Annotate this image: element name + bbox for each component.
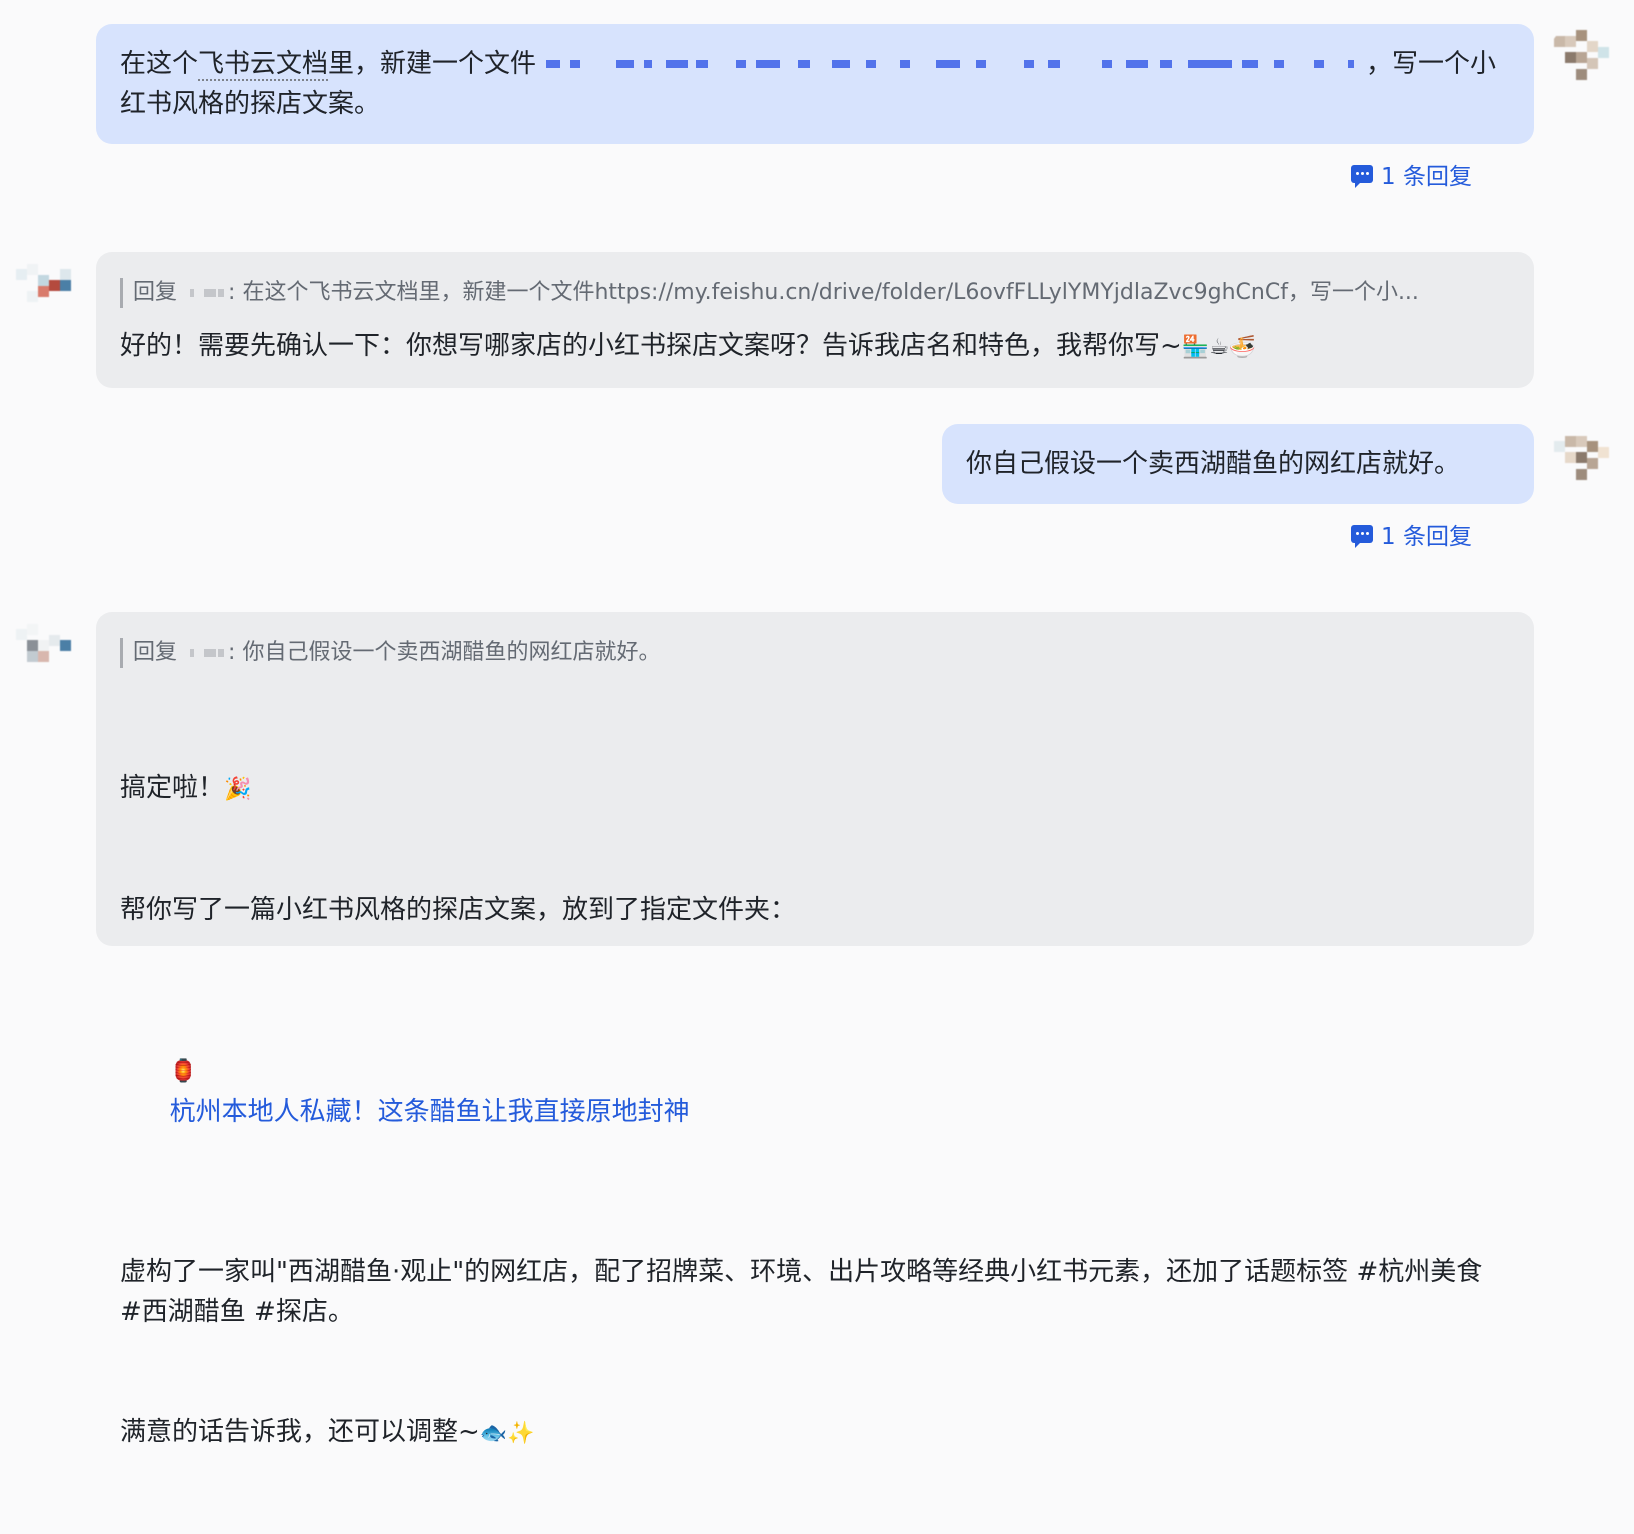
- user-message-bubble[interactable]: 你自己假设一个卖西湖醋鱼的网红店就好。: [942, 424, 1534, 504]
- reply-count: 1 条回复: [1381, 164, 1472, 190]
- feishu-doc-mention[interactable]: 飞书云文档: [198, 49, 329, 81]
- redacted-url: [536, 58, 1366, 72]
- fish-sparkle-emoji: 🐟✨: [479, 1421, 535, 1446]
- bot-message-bubble[interactable]: 回复 : 在这个飞书云文档里，新建一个文件https://my.feishu.c…: [96, 252, 1534, 388]
- party-popper-emoji: 🎉: [224, 777, 252, 802]
- redacted-name: [184, 647, 228, 659]
- bot-avatar[interactable]: [10, 252, 78, 320]
- user-message-text: 你自己假设一个卖西湖醋鱼的网红店就好。: [966, 449, 1461, 479]
- user-avatar[interactable]: [1548, 24, 1616, 92]
- reply-thread-link[interactable]: 1 条回复: [1351, 157, 1472, 191]
- bot-line-done: 搞定啦！🎉: [120, 773, 252, 803]
- bot-message-bubble[interactable]: 回复 : 你自己假设一个卖西湖醋鱼的网红店就好。 搞定啦！🎉 帮你写了一篇小红书…: [96, 612, 1534, 1447]
- user-avatar[interactable]: [1548, 424, 1616, 492]
- user-message-text: 在这个飞书云文档里，新建一个文件 ，写一个小红书风格的探店文案。: [120, 49, 1497, 119]
- lantern-doc-icon: 🏮: [169, 1059, 197, 1084]
- doc-link-row[interactable]: 🏮 杭州本地人私藏！这条醋鱼让我直接原地封神: [120, 1010, 1504, 1172]
- document-link[interactable]: 杭州本地人私藏！这条醋鱼让我直接原地封神: [170, 1097, 690, 1127]
- bot-line-details: 虚构了一家叫"西湖醋鱼·观止"的网红店，配了招牌菜、环境、出片攻略等经典小红书元…: [120, 1257, 1491, 1327]
- quoted-reply[interactable]: 回复 : 你自己假设一个卖西湖醋鱼的网红店就好。: [120, 638, 1504, 668]
- reply-count: 1 条回复: [1381, 524, 1472, 550]
- comment-icon: [1351, 525, 1374, 548]
- bot-avatar[interactable]: [10, 612, 78, 680]
- comment-icon: [1351, 165, 1374, 188]
- bot-line-closing: 满意的话告诉我，还可以调整~🐟✨: [120, 1417, 535, 1447]
- user-message-bubble[interactable]: 在这个飞书云文档里，新建一个文件 ，写一个小红书风格的探店文案。: [96, 24, 1534, 144]
- shop-coffee-noodle-emoji: 🏪☕🍜: [1181, 335, 1257, 360]
- redacted-name: [184, 287, 228, 299]
- bot-line-summary: 帮你写了一篇小红书风格的探店文案，放到了指定文件夹：: [120, 895, 797, 925]
- bot-message-body: 搞定啦！🎉 帮你写了一篇小红书风格的探店文案，放到了指定文件夹： 🏮 杭州本地人…: [120, 688, 1504, 1534]
- bot-message-text: 好的！需要先确认一下：你想写哪家店的小红书探店文案呀？告诉我店名和特色，我帮你写…: [120, 331, 1257, 361]
- reply-thread-link[interactable]: 1 条回复: [1351, 517, 1472, 551]
- quoted-reply[interactable]: 回复 : 在这个飞书云文档里，新建一个文件https://my.feishu.c…: [120, 278, 1504, 308]
